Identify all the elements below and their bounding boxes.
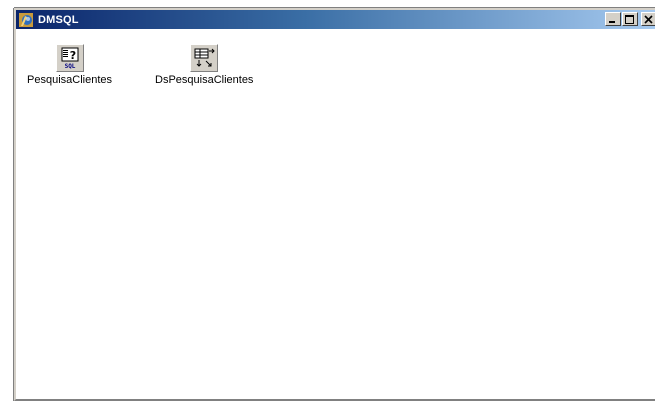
datamodule-client-area[interactable]: ? SQL PesquisaClientes DsPesquisaCliente… [16,29,655,399]
component-pesquisaclientes[interactable]: ? SQL PesquisaClientes [27,44,112,86]
maximize-icon [625,15,634,24]
window-title: DMSQL [38,13,79,26]
component-dspesquisaclientes[interactable]: DsPesquisaClientes [155,44,253,86]
component-label: DsPesquisaClientes [155,74,254,86]
minimize-icon [609,21,615,23]
svg-text:?: ? [69,49,75,62]
datasource-icon[interactable] [190,44,219,72]
delphi-app-icon[interactable] [18,12,34,28]
dmsql-window: DMSQL ? SQL PesquisaClientes DsPesquisaC… [14,8,655,401]
close-icon [644,15,653,24]
title-bar[interactable]: DMSQL [16,10,655,29]
maximize-button[interactable] [622,12,638,26]
minimize-button[interactable] [605,12,621,26]
caption-buttons [605,12,655,26]
sql-query-icon[interactable]: ? SQL [55,44,84,72]
close-button[interactable] [641,12,655,26]
component-label: PesquisaClientes [27,74,112,86]
svg-text:SQL: SQL [64,63,75,70]
